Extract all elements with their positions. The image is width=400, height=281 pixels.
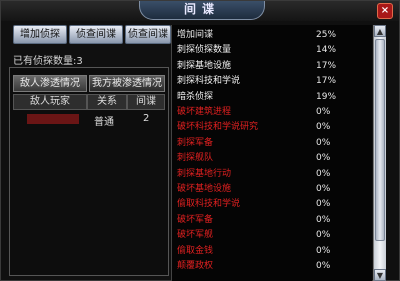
close-button[interactable]: × <box>377 3 393 19</box>
action-percent: 0% <box>316 184 331 194</box>
action-label: 偷取金钱 <box>177 245 214 256</box>
action-percent: 19% <box>316 91 337 102</box>
window-title: 间谍 <box>139 1 265 20</box>
spies-cell: 2 <box>143 113 150 124</box>
player-name-redacted <box>27 114 79 124</box>
action-label: 刺探基地行动 <box>177 168 232 179</box>
action-percent: 0% <box>316 199 331 210</box>
action-percent: 0% <box>316 107 331 117</box>
action-percent: 0% <box>316 153 331 164</box>
action-label: 破坏建筑进程 <box>177 107 232 117</box>
scroll-up-arrow-icon[interactable]: ▲ <box>374 25 386 37</box>
add-spy-button[interactable]: 增加侦探 <box>13 25 67 44</box>
recall-spy-button[interactable]: 侦查间谍 <box>69 25 123 44</box>
action-label: 偷取科技和学说 <box>177 199 241 210</box>
action-percent: 0% <box>316 261 331 271</box>
action-label: 破坏军舰 <box>177 230 214 241</box>
action-label: 颠覆政权 <box>177 261 214 271</box>
action-label: 刺探军备 <box>177 137 214 148</box>
action-label: 破坏科技和学说研究 <box>177 122 259 133</box>
scroll-thumb[interactable] <box>375 39 385 241</box>
action-label: 增加间谍 <box>177 30 214 40</box>
action-label: 刺探科技和学说 <box>177 76 241 87</box>
header-relation: 关系 <box>87 94 127 110</box>
action-percent: 0% <box>316 230 331 241</box>
action-percent: 14% <box>316 45 337 56</box>
action-percent: 0% <box>316 137 331 148</box>
scroll-down-arrow-icon[interactable]: ▼ <box>374 269 386 281</box>
action-label: 暗杀侦探 <box>177 91 214 102</box>
check-spy-button[interactable]: 侦查间谍 <box>125 25 171 44</box>
scrollbar[interactable]: ▲ ▼ <box>373 25 386 281</box>
header-enemy-player: 敌人玩家 <box>13 94 87 110</box>
action-percent: 17% <box>316 60 337 71</box>
header-spies: 间谍 <box>127 94 165 110</box>
action-percent: 0% <box>316 168 331 179</box>
action-label: 破坏基地设施 <box>177 184 232 194</box>
action-label: 刺探侦探数量 <box>177 45 232 56</box>
action-label: 刺探基地设施 <box>177 60 232 71</box>
action-percent: 17% <box>316 76 337 87</box>
spy-window: 间谍 × 增加侦探 侦查间谍 侦查间谍 已有侦探数量:3 敌人渗透情况 我方被渗… <box>0 0 400 281</box>
tab-our-infiltration[interactable]: 我方被渗透情况 <box>89 75 165 92</box>
relation-cell: 普通 <box>94 117 114 128</box>
action-percent: 25% <box>316 30 337 40</box>
spy-count-label: 已有侦探数量:3 <box>13 56 83 67</box>
action-percent: 0% <box>316 245 331 256</box>
title-bar: 间谍 × <box>1 1 399 21</box>
tab-enemy-infiltration[interactable]: 敌人渗透情况 <box>13 75 87 92</box>
action-percent: 0% <box>316 122 331 133</box>
action-label: 破坏军备 <box>177 214 214 225</box>
action-label: 刺探舰队 <box>177 153 214 164</box>
action-percent: 0% <box>316 214 331 225</box>
